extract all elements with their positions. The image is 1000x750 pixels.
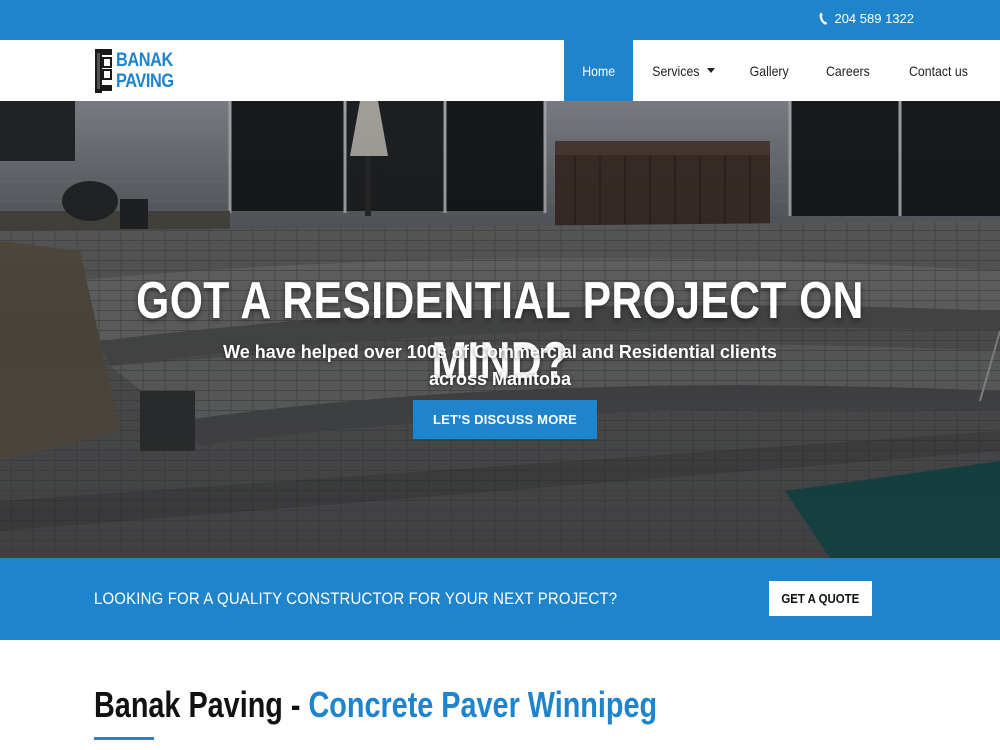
nav-label-careers: Careers (826, 62, 871, 79)
hero-subtitle-line-2: across Manitoba (428, 369, 572, 389)
phone-number: 204 589 1322 (834, 11, 914, 26)
logo-line-2: PAVING (116, 71, 174, 92)
nav-item-home[interactable]: Home (564, 40, 634, 101)
nav-label-services: Services (652, 62, 700, 79)
section-heading: Banak Paving - Concrete Paver Winnipeg (94, 684, 657, 726)
section-heading-highlight: Concrete Paver Winnipeg (308, 684, 658, 725)
nav-menu: Home Services Gallery Careers Contact us (564, 40, 988, 101)
banak-paving-logo[interactable]: BANAK PAVING (94, 46, 184, 96)
quote-cta-band: LOOKING FOR A QUALITY CONSTRUCTOR FOR YO… (0, 558, 1000, 640)
section-heading-brand: Banak Paving - (94, 684, 309, 725)
nav-label-contact: Contact us (909, 62, 969, 79)
nav-label-gallery: Gallery (749, 62, 789, 79)
nav-item-gallery[interactable]: Gallery (731, 40, 807, 101)
hero-subtitle-line-1: We have helped over 100s of Commercial a… (223, 342, 777, 362)
phone-icon (820, 12, 828, 25)
logo-line-1: BANAK (116, 50, 173, 71)
main-navbar: BANAK PAVING Home Services Gallery Caree… (0, 40, 1000, 101)
discuss-more-button[interactable]: LET'S DISCUSS MORE (413, 400, 597, 439)
hero-subtitle: We have helped over 100s of Commercial a… (200, 339, 800, 393)
nav-label-home: Home (582, 62, 616, 79)
hero-section: GOT A RESIDENTIAL PROJECT ON MIND? We ha… (0, 101, 1000, 558)
get-a-quote-label: GET A QUOTE (781, 591, 860, 606)
nav-item-contact[interactable]: Contact us (889, 40, 988, 101)
heading-underline (94, 737, 154, 740)
top-contact-bar: 204 589 1322 (0, 0, 1000, 40)
phone-link[interactable]: 204 589 1322 (819, 11, 914, 26)
logo-mark-icon (95, 49, 112, 93)
nav-item-careers[interactable]: Careers (807, 40, 889, 101)
caret-down-icon (707, 68, 716, 73)
nav-item-services[interactable]: Services (633, 40, 731, 101)
get-a-quote-button[interactable]: GET A QUOTE (769, 581, 872, 616)
cta-text: LOOKING FOR A QUALITY CONSTRUCTOR FOR YO… (94, 589, 618, 608)
